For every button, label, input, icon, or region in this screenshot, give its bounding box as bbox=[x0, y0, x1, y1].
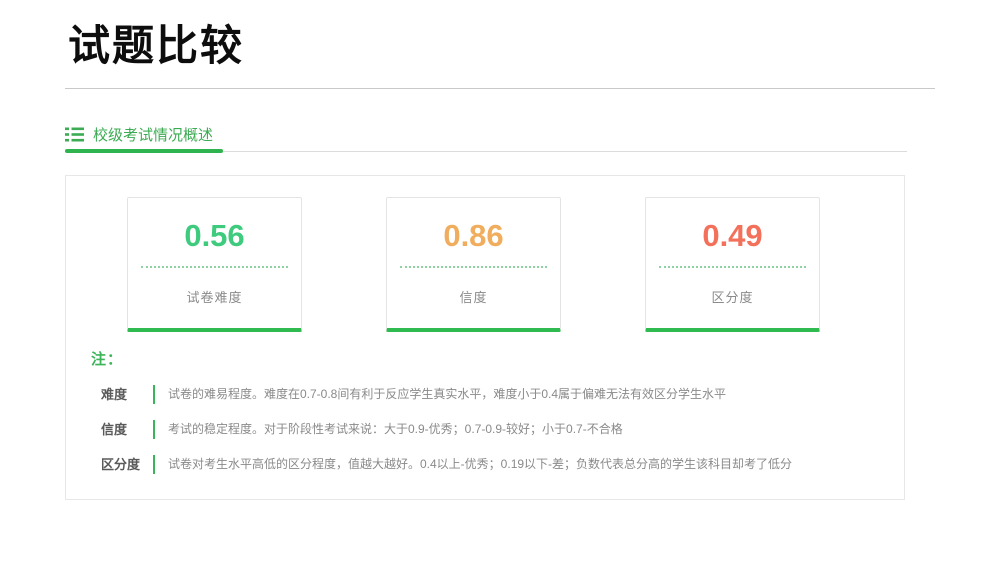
metric-value: 0.56 bbox=[128, 220, 301, 251]
page-title: 试题比较 bbox=[68, 22, 244, 70]
metric-value: 0.86 bbox=[387, 220, 560, 251]
title-divider bbox=[65, 88, 935, 89]
list-icon bbox=[65, 127, 84, 142]
note-description: 试卷的难易程度。难度在0.7-0.8间有利于反应学生真实水平，难度小于0.4属于… bbox=[153, 385, 726, 404]
metric-cards: 0.56 试卷难度 0.86 信度 0.49 区分度 bbox=[127, 197, 820, 332]
metric-card-difficulty: 0.56 试卷难度 bbox=[127, 197, 302, 332]
dotted-divider bbox=[400, 266, 547, 268]
note-row-discrimination: 区分度 试卷对考生水平高低的区分程度，值越大越好。0.4以上-优秀；0.19以下… bbox=[91, 455, 881, 474]
metric-label: 信度 bbox=[387, 287, 560, 306]
note-term: 难度 bbox=[91, 385, 153, 404]
dotted-divider bbox=[659, 266, 806, 268]
note-term: 区分度 bbox=[91, 455, 153, 474]
metric-label: 区分度 bbox=[646, 287, 819, 306]
note-term: 信度 bbox=[91, 420, 153, 439]
note-description: 考试的稳定程度。对于阶段性考试来说：大于0.9-优秀；0.7-0.9-较好；小于… bbox=[153, 420, 623, 439]
metric-label: 试卷难度 bbox=[128, 287, 301, 306]
notes-section: 注： 难度 试卷的难易程度。难度在0.7-0.8间有利于反应学生真实水平，难度小… bbox=[91, 348, 881, 474]
tab-school-exam-overview[interactable]: 校级考试情况概述 bbox=[65, 118, 907, 150]
section-tabbar: 校级考试情况概述 bbox=[65, 118, 907, 156]
overview-panel: 0.56 试卷难度 0.86 信度 0.49 区分度 注： 难度 试卷的难易程度… bbox=[65, 175, 905, 500]
note-row-difficulty: 难度 试卷的难易程度。难度在0.7-0.8间有利于反应学生真实水平，难度小于0.… bbox=[91, 385, 881, 404]
metric-card-reliability: 0.86 信度 bbox=[386, 197, 561, 332]
tabbar-divider bbox=[223, 151, 907, 152]
metric-card-discrimination: 0.49 区分度 bbox=[645, 197, 820, 332]
dotted-divider bbox=[141, 266, 288, 268]
active-tab-indicator bbox=[65, 149, 223, 153]
tab-label: 校级考试情况概述 bbox=[93, 124, 213, 145]
notes-heading: 注： bbox=[91, 348, 881, 369]
metric-value: 0.49 bbox=[646, 220, 819, 251]
note-description: 试卷对考生水平高低的区分程度，值越大越好。0.4以上-优秀；0.19以下-差；负… bbox=[153, 455, 792, 474]
slide: 试题比较 校级考试情况概述 0.56 试卷难度 bbox=[0, 0, 1000, 562]
note-row-reliability: 信度 考试的稳定程度。对于阶段性考试来说：大于0.9-优秀；0.7-0.9-较好… bbox=[91, 420, 881, 439]
